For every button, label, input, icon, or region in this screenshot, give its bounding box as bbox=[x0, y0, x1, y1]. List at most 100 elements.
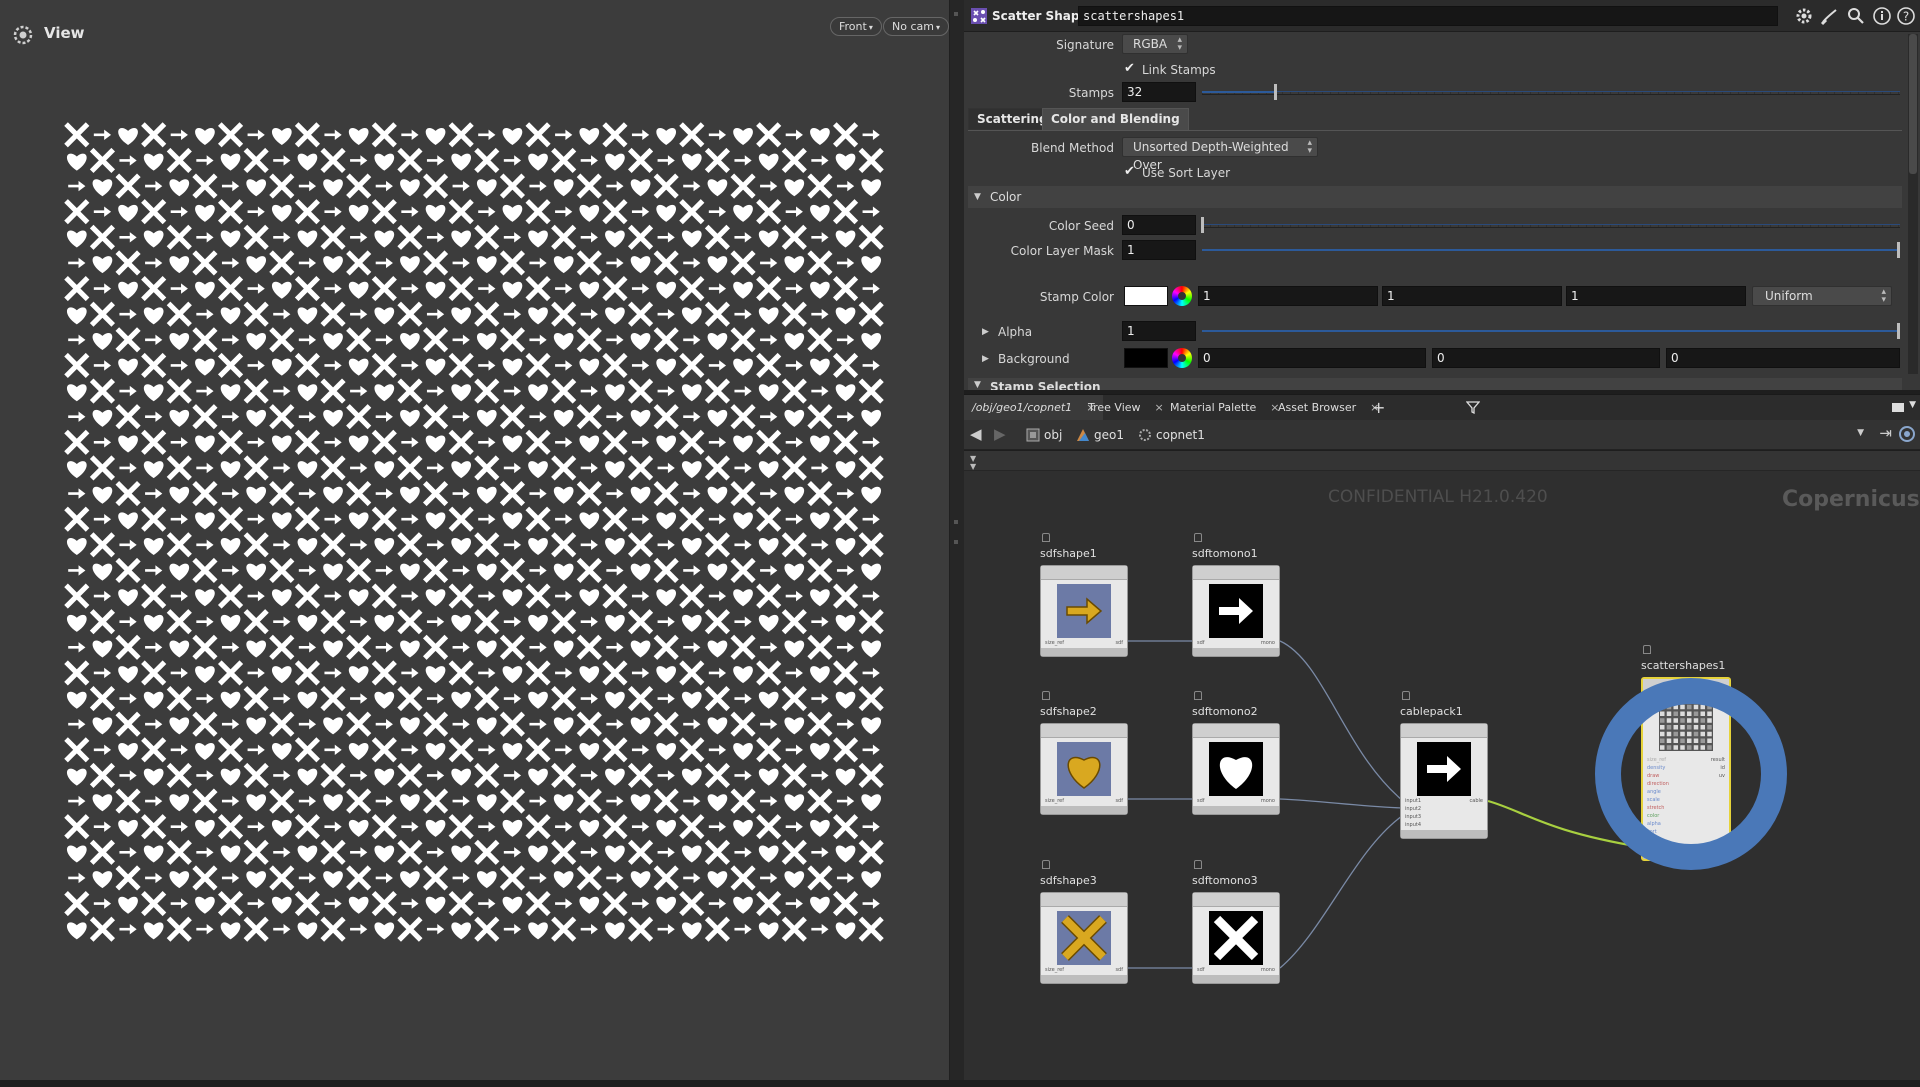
brush-icon[interactable] bbox=[1820, 6, 1840, 26]
heart-stamp-icon bbox=[733, 743, 753, 760]
info-icon[interactable] bbox=[1872, 6, 1892, 26]
alpha-field[interactable]: 1 bbox=[1122, 321, 1196, 341]
scrollbar-thumb[interactable] bbox=[1909, 34, 1917, 174]
node-body[interactable]: input1 input2 input3 input4 cable bbox=[1400, 723, 1488, 839]
link-icon[interactable] bbox=[1898, 425, 1916, 443]
gear-icon[interactable] bbox=[1794, 6, 1814, 26]
background-r-field[interactable]: 0 bbox=[1198, 348, 1426, 368]
color-wheel-icon[interactable] bbox=[1172, 348, 1192, 368]
x-stamp-icon bbox=[397, 916, 423, 942]
heart-stamp-icon bbox=[400, 409, 420, 427]
link-stamps-checkbox[interactable]: ✔ bbox=[1124, 62, 1138, 76]
tab-asset-browser[interactable]: Asset Browser × bbox=[1270, 395, 1387, 421]
arrow-stamp-icon bbox=[580, 616, 598, 627]
arrow-stamp-icon bbox=[580, 155, 598, 166]
search-icon[interactable] bbox=[1846, 6, 1866, 26]
stamp-selection-section-header[interactable]: ▼ Stamp Selection bbox=[968, 378, 1902, 390]
stamp-color-g-field[interactable]: 1 bbox=[1382, 286, 1562, 306]
node-body[interactable]: size_ref sdf bbox=[1040, 892, 1128, 984]
color-seed-slider[interactable] bbox=[1202, 224, 1900, 228]
camera-view-dropdown[interactable]: Front ▾ bbox=[830, 17, 882, 36]
x-stamp-icon bbox=[576, 788, 602, 814]
tab-material-palette[interactable]: Material Palette × bbox=[1162, 395, 1288, 421]
blend-method-menu[interactable]: Unsorted Depth-Weighted Over ▴ ▾ bbox=[1122, 137, 1318, 172]
color-seed-field[interactable]: 0 bbox=[1122, 215, 1196, 235]
color-wheel-icon[interactable] bbox=[1172, 286, 1192, 306]
breadcrumb-obj[interactable]: obj bbox=[1026, 426, 1062, 444]
node-flag-bar[interactable] bbox=[1401, 724, 1487, 738]
heart-stamp-icon bbox=[323, 717, 343, 735]
node-body[interactable]: size_ref sdf bbox=[1040, 565, 1128, 657]
stamp-color-b-field[interactable]: 1 bbox=[1566, 286, 1746, 306]
node-flag-bar[interactable] bbox=[1193, 566, 1279, 580]
node-flag-bar[interactable] bbox=[1193, 893, 1279, 907]
node-body[interactable]: sdf mono bbox=[1192, 565, 1280, 657]
color-layer-mask-slider[interactable] bbox=[1202, 249, 1900, 251]
camera-dropdown[interactable]: No cam ▾ bbox=[883, 17, 949, 36]
lock-icon[interactable] bbox=[1194, 533, 1202, 542]
arrow-stamp-icon bbox=[657, 309, 675, 320]
use-sort-layer-checkbox[interactable]: ✔ bbox=[1124, 165, 1138, 179]
node-body[interactable]: size_ref sdf bbox=[1040, 723, 1128, 815]
x-stamp-icon bbox=[269, 634, 295, 660]
tab-color-and-blending[interactable]: Color and Blending bbox=[1042, 108, 1189, 130]
chevron-down-icon[interactable]: ▼ bbox=[1909, 400, 1916, 410]
maximize-icon[interactable] bbox=[1892, 403, 1904, 412]
lock-icon[interactable] bbox=[1402, 691, 1410, 700]
x-stamp-icon bbox=[858, 839, 884, 865]
pin-icon[interactable]: ⇥ bbox=[1879, 424, 1892, 442]
arrow-stamp-icon bbox=[68, 565, 86, 576]
arrow-stamp-icon bbox=[580, 539, 598, 550]
stamp-color-swatch[interactable] bbox=[1124, 286, 1168, 306]
network-editor[interactable]: ▼ ▼ CONFIDENTIAL H21.0.420 Copernicus sd… bbox=[964, 451, 1920, 1080]
node-flag-bar[interactable] bbox=[1041, 724, 1127, 738]
chevron-down-icon[interactable]: ▼ bbox=[1857, 428, 1864, 438]
heart-stamp-icon bbox=[656, 435, 677, 453]
node-flag-bar[interactable] bbox=[1193, 724, 1279, 738]
lock-icon[interactable] bbox=[1042, 533, 1050, 542]
node-name-field[interactable]: scattershapes1 bbox=[1078, 6, 1778, 26]
color-seed-slider-handle[interactable] bbox=[1201, 217, 1204, 233]
color-section-header[interactable]: ▼ Color bbox=[968, 186, 1902, 208]
signature-menu[interactable]: RGBA ▴ ▾ bbox=[1122, 34, 1188, 54]
node-flag-bar[interactable] bbox=[1041, 893, 1127, 907]
stamp-color-r-field[interactable]: 1 bbox=[1198, 286, 1378, 306]
background-color-swatch[interactable] bbox=[1124, 348, 1168, 368]
lock-icon[interactable] bbox=[1194, 860, 1202, 869]
heart-stamp-icon bbox=[220, 230, 241, 248]
forward-arrow-icon[interactable]: ▶ bbox=[994, 425, 1006, 443]
alpha-slider[interactable] bbox=[1202, 330, 1900, 332]
color-layer-mask-slider-handle[interactable] bbox=[1897, 242, 1900, 258]
lock-icon[interactable] bbox=[1643, 645, 1651, 654]
add-tab-icon[interactable]: + bbox=[1372, 398, 1385, 417]
color-layer-mask-field[interactable]: 1 bbox=[1122, 240, 1196, 260]
lock-icon[interactable] bbox=[1042, 691, 1050, 700]
tab-tree-view[interactable]: Tree View × bbox=[1080, 395, 1172, 421]
x-stamp-icon bbox=[397, 455, 423, 481]
triangle-right-icon[interactable]: ▶ bbox=[982, 327, 989, 337]
arrow-stamp-icon bbox=[196, 770, 214, 781]
stamps-field[interactable]: 32 bbox=[1122, 82, 1196, 102]
breadcrumb-copnet1[interactable]: copnet1 bbox=[1138, 426, 1205, 444]
triangle-right-icon[interactable]: ▶ bbox=[982, 354, 989, 364]
lock-icon[interactable] bbox=[1194, 691, 1202, 700]
alpha-slider-handle[interactable] bbox=[1897, 323, 1900, 339]
stamp-color-mode-menu[interactable]: Uniform ▴ ▾ bbox=[1752, 286, 1892, 306]
viewer-pane[interactable]: View Front ▾ No cam ▾ bbox=[0, 0, 950, 1080]
parameter-scrollbar[interactable] bbox=[1908, 34, 1918, 374]
pane-splitter[interactable] bbox=[950, 0, 964, 1080]
node-flag-bar[interactable] bbox=[1041, 566, 1127, 580]
node-body[interactable]: sdf mono bbox=[1192, 892, 1280, 984]
stamps-slider-handle[interactable] bbox=[1274, 84, 1277, 100]
lock-icon[interactable] bbox=[1042, 860, 1050, 869]
help-icon[interactable]: ? bbox=[1896, 6, 1916, 26]
viewer-gear-icon[interactable] bbox=[12, 24, 34, 46]
node-body[interactable]: sdf mono bbox=[1192, 723, 1280, 815]
back-arrow-icon[interactable]: ◀ bbox=[970, 425, 982, 443]
background-b-field[interactable]: 0 bbox=[1666, 348, 1900, 368]
background-g-field[interactable]: 0 bbox=[1432, 348, 1660, 368]
stamps-slider[interactable] bbox=[1202, 91, 1900, 95]
filter-icon[interactable] bbox=[1466, 400, 1480, 414]
breadcrumb-geo1[interactable]: geo1 bbox=[1076, 426, 1124, 444]
x-stamp-icon bbox=[576, 404, 602, 430]
